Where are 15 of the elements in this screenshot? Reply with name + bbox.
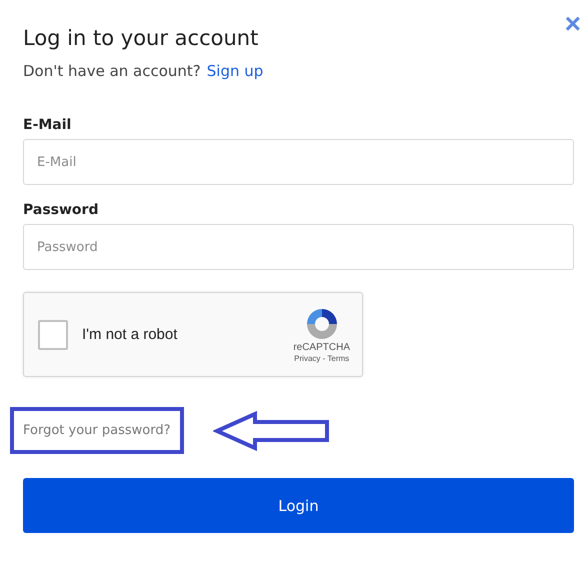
captcha-brand: reCAPTCHA [293,342,350,352]
captcha-checkbox[interactable] [38,320,68,350]
close-button[interactable]: × [564,10,581,38]
dialog-title: Log in to your account [23,26,258,50]
field-label: E-Mail [23,117,72,133]
forgot-password-link[interactable]: Forgot your password? [23,423,171,438]
signup-link[interactable]: Sign up [206,62,264,80]
signup-prompt: Don't have an account? [23,62,201,80]
recaptcha-logo-icon [304,306,339,340]
input-field[interactable]: Password [23,224,574,270]
login-button[interactable]: Login [23,478,574,533]
input-field[interactable]: E-Mail [23,139,574,185]
field-label: Password [23,202,98,218]
captcha-terms-links[interactable]: Privacy - Terms [294,354,350,362]
captcha-label: I'm not a robot [82,326,178,343]
